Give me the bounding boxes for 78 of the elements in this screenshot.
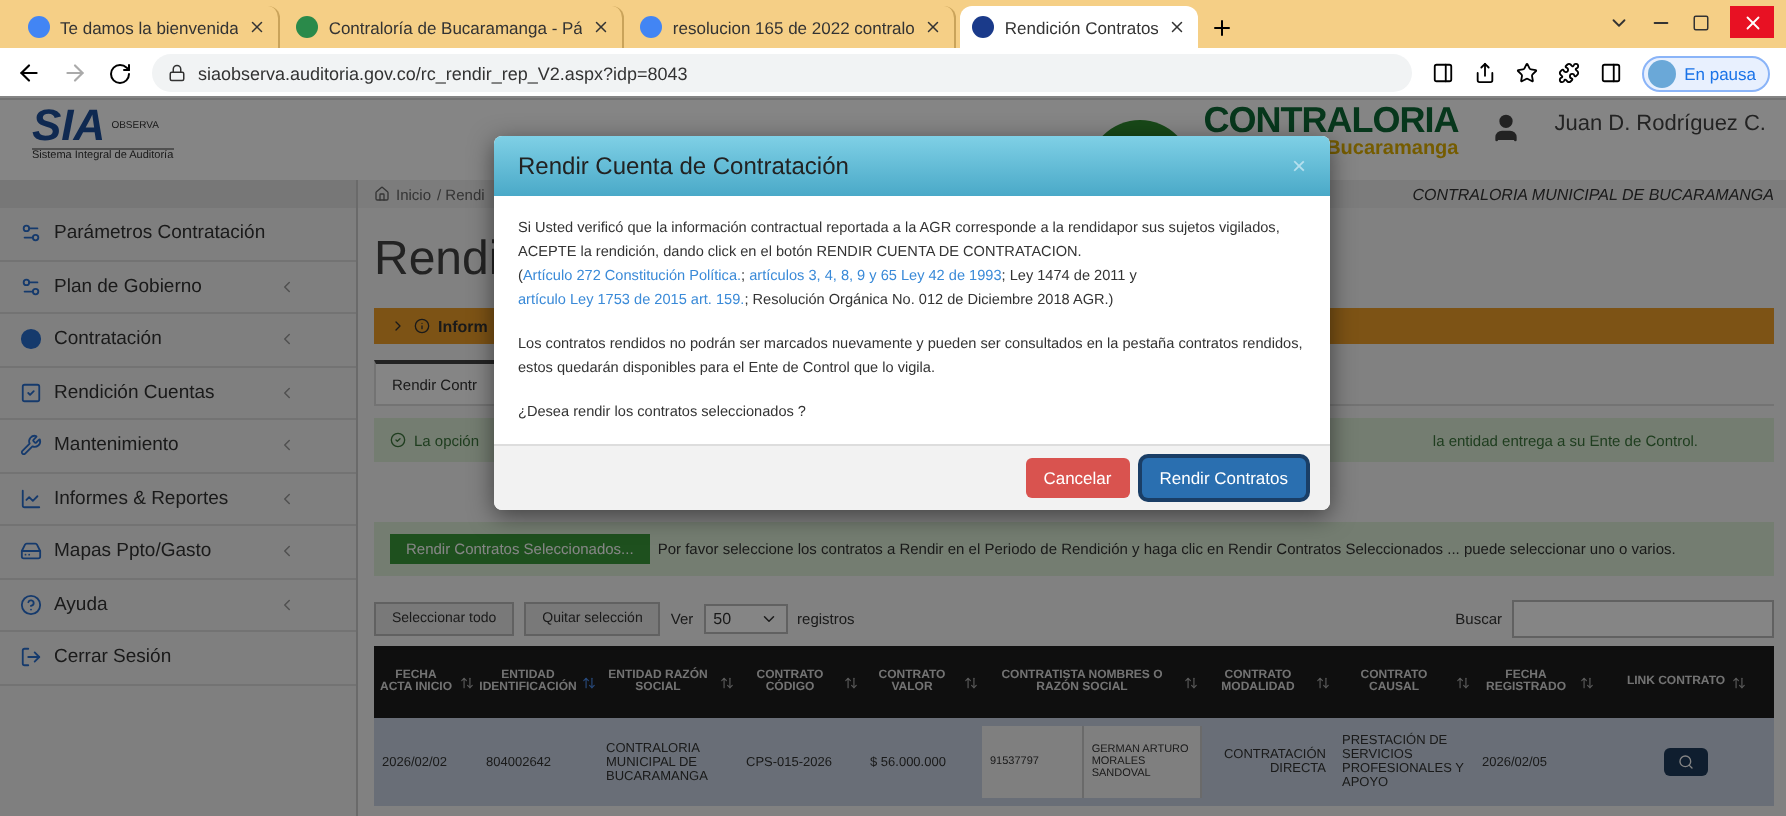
sort-icon: [720, 675, 734, 689]
google-icon: [28, 16, 50, 38]
chevron-icon: [278, 436, 296, 455]
address-bar[interactable]: siaobserva.auditoria.gov.co/rc_rendir_rep_V2.aspx?idp=8043: [152, 54, 1413, 92]
menu-icon: [20, 487, 42, 510]
sidebar-item[interactable]: Parámetros Contratación: [0, 208, 356, 261]
sort-icon: [460, 675, 474, 689]
puzzle-icon: [1558, 62, 1581, 84]
sort-icon: [844, 675, 858, 689]
close-icon: [248, 18, 267, 36]
menu-icon: [20, 328, 42, 351]
lock-icon: [168, 64, 186, 82]
search-button[interactable]: [1664, 748, 1708, 776]
page-title: Rendi: [374, 232, 500, 288]
close-icon: [1741, 11, 1763, 33]
menu-icon: [20, 275, 42, 298]
back-icon: [16, 60, 42, 86]
sort-icon: [964, 675, 978, 689]
search-icon: [1678, 754, 1694, 770]
browser-tab[interactable]: Rendición Contratos: [960, 6, 1199, 48]
sort-icon: [1456, 675, 1470, 689]
logo-text: SIA: [32, 104, 106, 148]
sidebar-item[interactable]: Cerrar Sesión: [0, 632, 356, 685]
chevron-icon: [278, 595, 296, 614]
confirm-button[interactable]: Rendir Contratos: [1141, 458, 1306, 498]
forward-icon: [62, 60, 88, 86]
reload-icon: [108, 61, 132, 85]
menu-icon: [20, 540, 42, 563]
star-icon: [1516, 62, 1539, 84]
entity-name: CONTRALORIA MUNICIPAL DE BUCARAMANGA: [1412, 185, 1774, 203]
window-icon: [1432, 62, 1455, 84]
chevron-icon: [278, 330, 296, 349]
close-icon: [592, 18, 611, 36]
page-size-select[interactable]: 50: [703, 604, 788, 634]
check-circle-icon: [390, 432, 406, 448]
sidebar-item[interactable]: Mapas Ppto/Gasto: [0, 526, 356, 579]
menu-icon: [20, 646, 42, 669]
sidebar-item[interactable]: Ayuda: [0, 579, 356, 632]
chevron-icon: [278, 383, 296, 402]
sort-icon: [1580, 675, 1594, 689]
chevron-down-icon: [759, 610, 778, 628]
close-icon: [1168, 18, 1187, 36]
maximize-icon: [1692, 13, 1710, 31]
chevron-icon: [278, 542, 296, 561]
sort-icon: [1731, 675, 1746, 689]
chevron-icon: [278, 277, 296, 296]
menu-icon: [20, 434, 42, 457]
sidebar-icon: [1600, 62, 1623, 84]
user-icon: [1490, 112, 1523, 144]
google-icon: [640, 16, 663, 38]
sort-icon: [582, 675, 597, 689]
sidebar-item[interactable]: Plan de Gobierno: [0, 261, 356, 314]
sidebar-item[interactable]: Mantenimiento: [0, 420, 356, 473]
close-icon: [924, 18, 943, 36]
site-icon: [296, 16, 319, 38]
cancel-button[interactable]: Cancelar: [1025, 458, 1130, 498]
dialog-title: Rendir Cuenta de Contratación: [518, 152, 849, 180]
chevron-icon: [278, 489, 296, 508]
site-icon: [972, 16, 995, 38]
info-icon: [414, 318, 430, 334]
menu-icon: [20, 593, 42, 616]
search-field[interactable]: [1512, 600, 1774, 638]
user-menu[interactable]: Juan D. Rodríguez C.: [1554, 112, 1766, 136]
profile-button[interactable]: En pausa: [1642, 55, 1770, 91]
sidebar-item[interactable]: Contratación: [0, 314, 356, 367]
home-icon: [374, 186, 390, 202]
org-name: CONTRALORIA: [1203, 104, 1459, 138]
share-icon: [1474, 62, 1497, 84]
close-button[interactable]: [1730, 6, 1774, 38]
menu-icon: [20, 222, 42, 245]
sidebar-item[interactable]: Rendición Cuentas: [0, 367, 356, 420]
sort-icon: [1184, 675, 1198, 689]
avatar-icon: [1648, 59, 1677, 87]
chevron-icon: [390, 318, 406, 334]
sidebar-item[interactable]: Informes & Reportes: [0, 473, 356, 526]
sort-icon: [1316, 675, 1330, 689]
menu-icon: [20, 381, 42, 404]
new-tab-icon[interactable]: [1210, 16, 1235, 40]
